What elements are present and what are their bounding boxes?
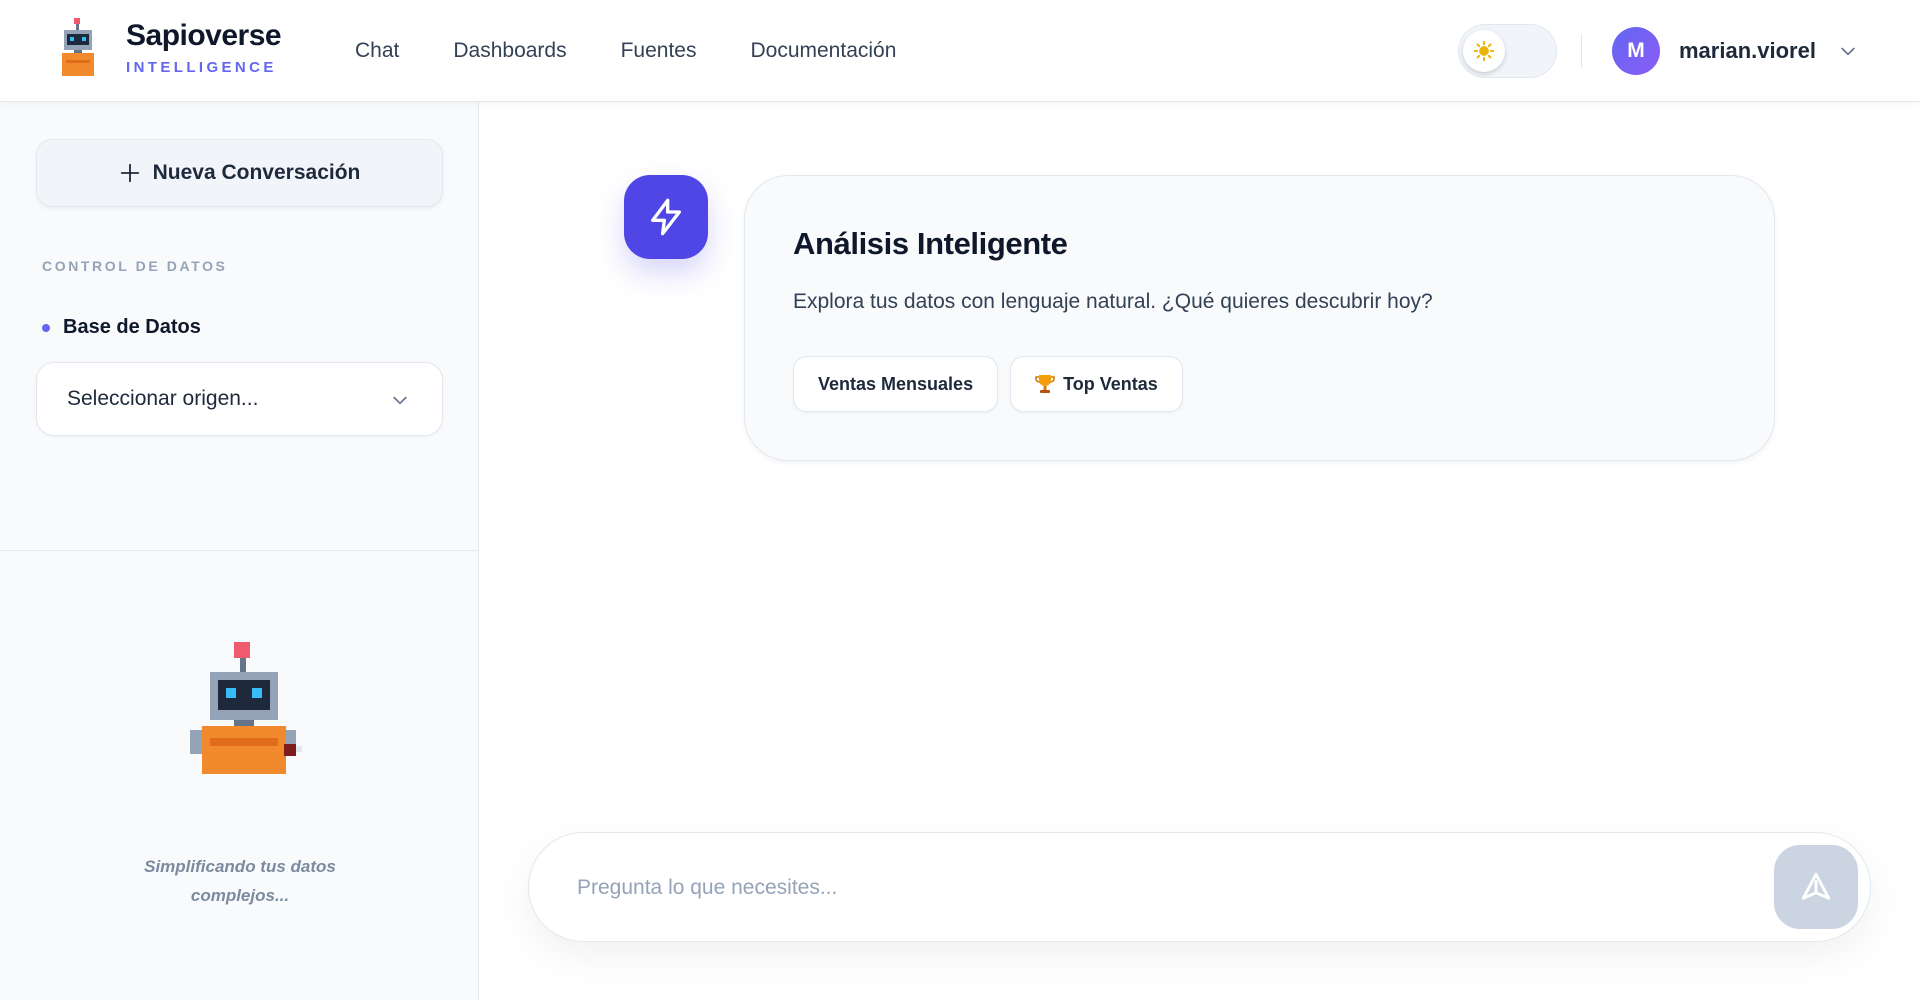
theme-toggle-knob	[1463, 30, 1505, 72]
main-nav: Chat Dashboards Fuentes Documentación	[355, 0, 896, 102]
brand-name: Sapioverse	[126, 18, 282, 52]
source-select[interactable]: Seleccionar origen...	[36, 362, 443, 436]
assistant-badge	[624, 175, 708, 259]
send-icon	[1801, 872, 1831, 900]
lightning-bolt-icon	[651, 198, 681, 236]
suggestion-chips: Ventas Mensuales Top Ventas	[793, 356, 1195, 412]
suggestion-top-ventas[interactable]: Top Ventas	[1010, 356, 1183, 412]
chat-input[interactable]	[577, 861, 1717, 915]
brand[interactable]: Sapioverse INTELLIGENCE	[56, 18, 282, 76]
brand-subtitle: INTELLIGENCE	[126, 58, 277, 76]
nav-chat[interactable]: Chat	[355, 39, 399, 63]
send-button[interactable]	[1774, 845, 1858, 929]
plus-icon	[120, 163, 139, 183]
suggestion-label: Top Ventas	[1063, 373, 1158, 394]
nav-dashboards[interactable]: Dashboards	[453, 39, 566, 63]
database-label: Base de Datos	[63, 316, 201, 338]
avatar: M	[1612, 27, 1660, 75]
chevron-down-icon	[1841, 47, 1855, 56]
status-dot	[42, 323, 50, 332]
top-header: Sapioverse INTELLIGENCE Chat Dashboards …	[0, 0, 1920, 102]
user-menu[interactable]: M marian.viorel	[1612, 26, 1858, 76]
new-conversation-button[interactable]: Nueva Conversación	[36, 139, 443, 207]
chat-composer	[528, 832, 1871, 942]
chevron-down-icon	[393, 396, 407, 405]
header-divider	[1581, 34, 1582, 68]
sun-icon	[1473, 40, 1495, 62]
source-select-value: Seleccionar origen...	[67, 387, 259, 410]
tagline: Simplificando tus datos complejos...	[144, 857, 336, 905]
card-title: Análisis Inteligente	[793, 226, 1068, 261]
new-conversation-label: Nueva Conversación	[152, 161, 361, 184]
username: marian.viorel	[1679, 38, 1816, 63]
database-label-row: Base de Datos	[42, 316, 201, 339]
suggestion-ventas-mensuales[interactable]: Ventas Mensuales	[793, 356, 999, 412]
welcome-card: Análisis Inteligente Explora tus datos c…	[744, 175, 1775, 461]
section-title: CONTROL DE DATOS	[42, 258, 228, 274]
suggestion-label: Ventas Mensuales	[818, 373, 974, 394]
nav-fuentes[interactable]: Fuentes	[621, 39, 697, 63]
robot-logo-icon	[62, 18, 94, 76]
card-description: Explora tus datos con lenguaje natural. …	[793, 290, 1433, 313]
main-content: Análisis Inteligente Explora tus datos c…	[480, 102, 1920, 1000]
sidebar: Nueva Conversación CONTROL DE DATOS Base…	[0, 102, 479, 1000]
trophy-icon	[1035, 375, 1055, 393]
theme-toggle[interactable]	[1458, 24, 1557, 78]
sidebar-divider	[0, 550, 478, 551]
nav-documentacion[interactable]: Documentación	[750, 39, 896, 63]
robot-mascot-icon	[190, 642, 302, 774]
